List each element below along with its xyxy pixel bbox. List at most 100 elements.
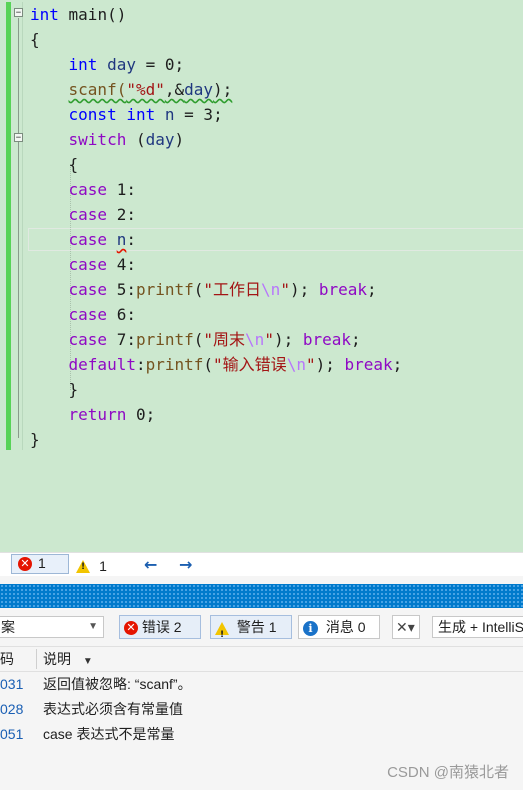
- code-token: "周末: [203, 330, 246, 349]
- code-token: (: [193, 280, 204, 299]
- error-list-header: 码 说明 ▼: [0, 646, 523, 672]
- code-token: break: [318, 280, 368, 299]
- code-token: 5:: [107, 280, 136, 299]
- fold-guide-line: [18, 18, 19, 438]
- code-token: = 3;: [174, 105, 223, 124]
- code-token: ,&: [164, 80, 185, 99]
- code-line[interactable]: case 7:printf("周末\n"); break;: [30, 327, 361, 352]
- code-token: day: [184, 80, 214, 99]
- code-token: );: [289, 280, 319, 299]
- code-token: printf: [135, 280, 194, 299]
- code-line[interactable]: }: [30, 377, 79, 402]
- code-token: ;: [392, 355, 403, 374]
- code-token: const: [68, 105, 117, 124]
- collapse-switch-icon[interactable]: −: [14, 133, 23, 143]
- code-line[interactable]: switch (day): [30, 127, 185, 152]
- code-line[interactable]: }: [30, 427, 40, 452]
- error-code: 031: [0, 676, 24, 692]
- code-token: = 0;: [135, 55, 185, 74]
- table-row[interactable]: 031 返回值被忽略: “scanf”。: [0, 672, 523, 697]
- warning-icon: !: [76, 560, 90, 573]
- code-token: );: [315, 355, 345, 374]
- code-token: \n: [286, 355, 306, 374]
- code-token: );: [273, 330, 303, 349]
- code-token: 2:: [107, 205, 136, 224]
- code-line[interactable]: default:printf("输入错误\n"); break;: [30, 352, 403, 377]
- warning-count-chip[interactable]: ! 1: [76, 556, 107, 575]
- collapse-main-icon[interactable]: −: [14, 8, 23, 18]
- code-editor[interactable]: − − int main() { int day = 0; scanf("%d",…: [0, 0, 523, 552]
- code-token: "%d": [126, 80, 165, 99]
- column-separator[interactable]: [36, 649, 37, 669]
- clear-filter-button[interactable]: ✕▾: [392, 615, 420, 639]
- messages-filter-button[interactable]: i 消息 0: [298, 615, 380, 639]
- code-token: \n: [261, 280, 281, 299]
- code-line[interactable]: case 6:: [30, 302, 136, 327]
- code-line[interactable]: int day = 0;: [30, 52, 185, 77]
- watermark: CSDN @南猿北者: [387, 764, 509, 781]
- code-line[interactable]: scanf("%d",&day);: [30, 77, 233, 102]
- column-header-code[interactable]: 码: [0, 647, 14, 671]
- panel-title-bar[interactable]: [0, 584, 523, 608]
- build-source-dropdown[interactable]: 生成 + IntelliSense: [432, 616, 523, 638]
- code-token: "输入错误: [213, 355, 287, 374]
- code-line[interactable]: case n:: [30, 227, 136, 252]
- code-line[interactable]: case 1:: [30, 177, 136, 202]
- code-token: );: [213, 80, 233, 99]
- code-token: \n: [245, 330, 265, 349]
- code-token: scanf(: [68, 80, 127, 99]
- code-line[interactable]: {: [30, 27, 40, 52]
- errors-filter-label: 错误 2: [141, 619, 182, 635]
- code-line[interactable]: case 2:: [30, 202, 136, 227]
- code-token: main(): [58, 5, 127, 24]
- code-token: 6:: [107, 305, 136, 324]
- code-line[interactable]: return 0;: [30, 402, 156, 427]
- table-row[interactable]: 028 表达式必须含有常量值: [0, 697, 523, 722]
- code-line[interactable]: {: [30, 152, 79, 177]
- code-token: "工作日: [203, 280, 262, 299]
- code-line[interactable]: const int n = 3;: [30, 102, 223, 127]
- filter-clear-icon: ✕▾: [396, 620, 415, 636]
- code-token: int: [30, 5, 59, 24]
- code-token: (: [203, 355, 214, 374]
- error-description: 返回值被忽略: “scanf”。: [43, 676, 192, 692]
- code-token: }: [30, 380, 79, 399]
- code-token: int: [68, 55, 98, 74]
- code-token: printf: [135, 330, 194, 349]
- code-token: int: [126, 105, 156, 124]
- error-icon: ✕: [124, 621, 138, 636]
- editor-status-strip: ✕ 1 ! 1 ← →: [0, 552, 523, 577]
- code-token: printf: [145, 355, 204, 374]
- code-line[interactable]: case 4:: [30, 252, 136, 277]
- code-token: n: [164, 105, 175, 124]
- code-token: }: [30, 430, 40, 449]
- scope-dropdown[interactable]: 案 ▼: [0, 616, 104, 638]
- change-tracking-bar: [6, 2, 11, 450]
- code-token: ): [174, 130, 185, 149]
- code-line[interactable]: case 5:printf("工作日\n"); break;: [30, 277, 377, 302]
- next-issue-arrow-icon[interactable]: →: [179, 555, 192, 574]
- previous-issue-arrow-icon[interactable]: ←: [144, 555, 157, 574]
- scope-label: 案: [1, 619, 15, 635]
- column-header-description[interactable]: 说明 ▼: [43, 647, 93, 671]
- errors-filter-button[interactable]: ✕ 错误 2: [119, 615, 201, 639]
- code-token: (: [193, 330, 204, 349]
- warnings-filter-label: 警告 1: [236, 619, 277, 635]
- warnings-filter-button[interactable]: ! 警告 1: [210, 615, 292, 640]
- code-token: return: [68, 405, 127, 424]
- code-line[interactable]: int main(): [30, 2, 126, 27]
- info-icon: i: [303, 620, 318, 636]
- error-list-panel: 案 ▼ ✕ 错误 2 ! 警告 1 i 消息 0 ✕▾ 生成 + Intelli…: [0, 608, 523, 790]
- code-token: (: [126, 130, 146, 149]
- error-count-chip[interactable]: ✕ 1: [11, 554, 69, 574]
- code-token: 7:: [107, 330, 136, 349]
- table-row[interactable]: 051 case 表达式不是常量: [0, 722, 523, 747]
- code-token: n: [116, 230, 127, 249]
- warning-icon: !: [215, 621, 229, 640]
